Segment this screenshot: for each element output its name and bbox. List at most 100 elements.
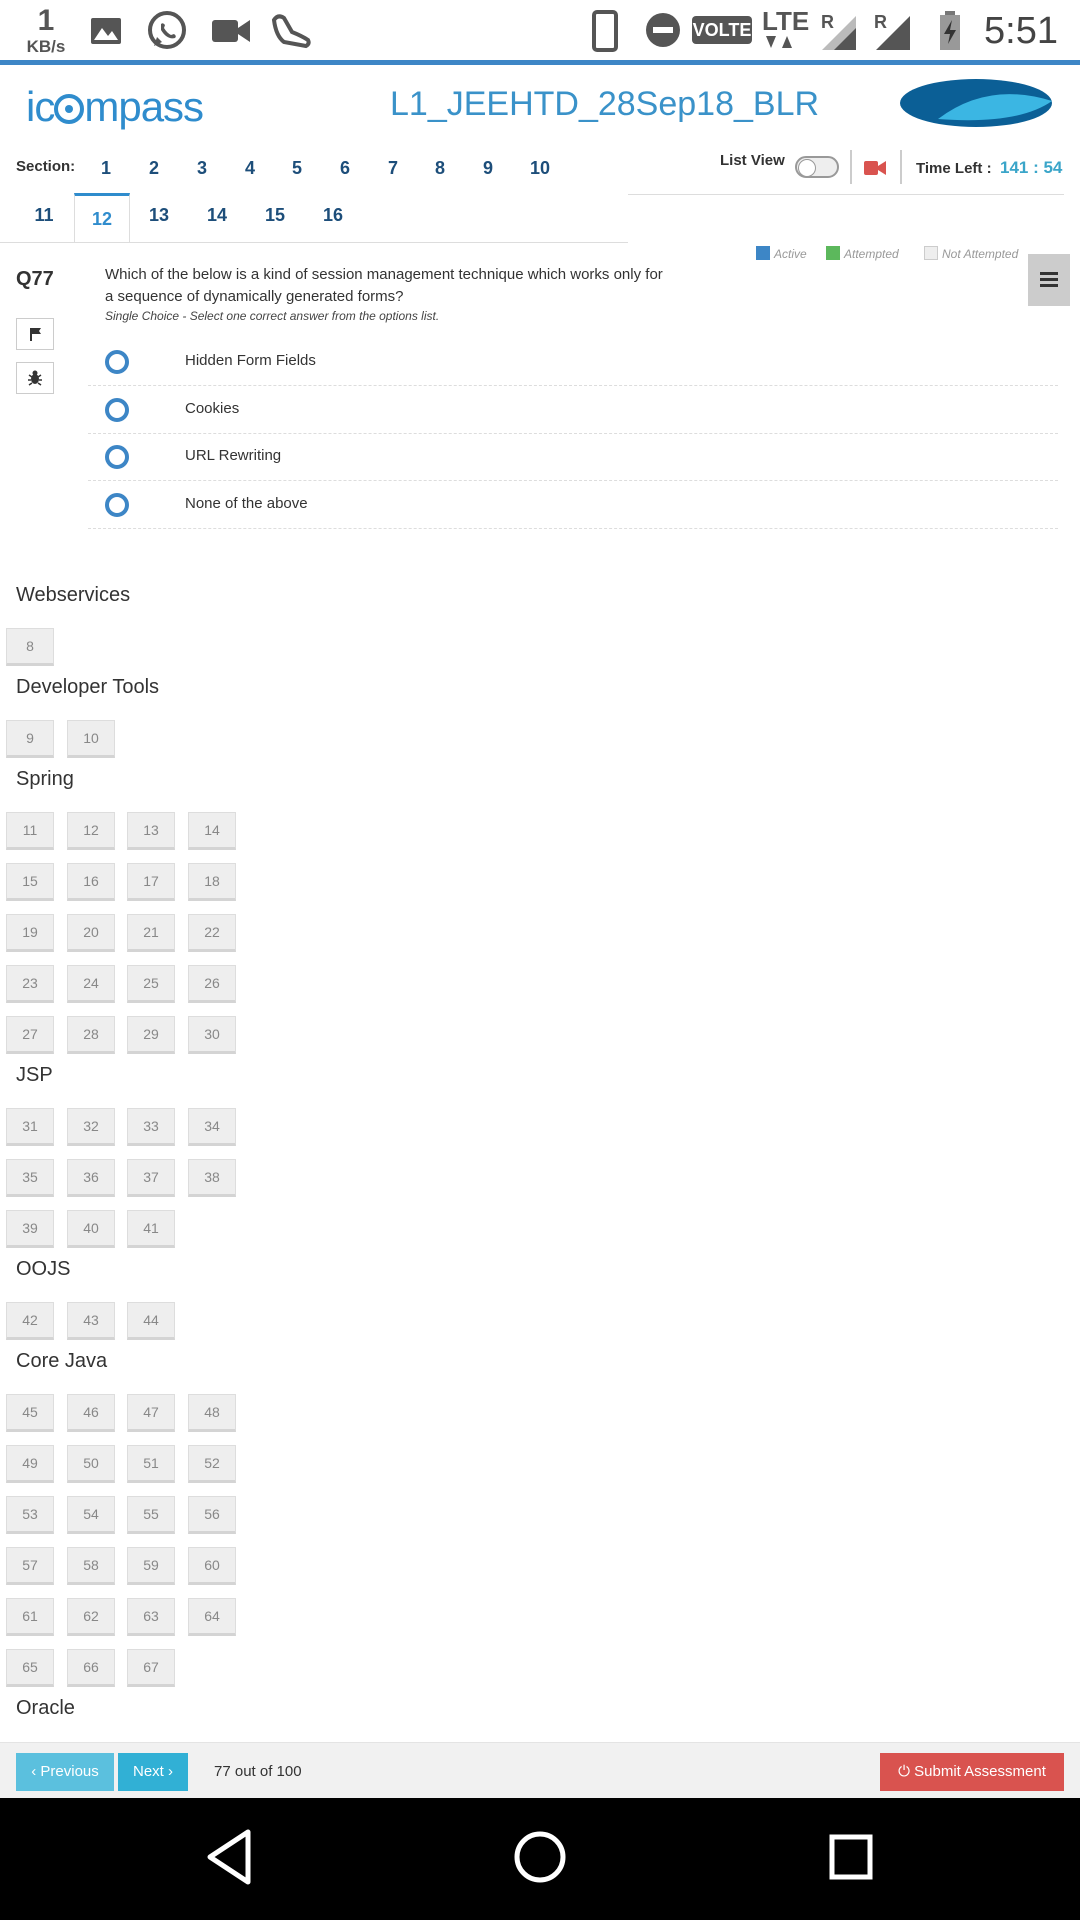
question-palette-button[interactable]: 33: [127, 1108, 175, 1146]
recents-icon[interactable]: [826, 1828, 876, 1886]
question-palette-button[interactable]: 9: [6, 720, 54, 758]
question-palette-button[interactable]: 54: [67, 1496, 115, 1534]
section-tab[interactable]: 4: [226, 158, 274, 179]
option-3[interactable]: URL Rewriting: [88, 433, 1058, 481]
question-palette-button[interactable]: 10: [67, 720, 115, 758]
question-palette-button[interactable]: 60: [188, 1547, 236, 1585]
question-palette-button[interactable]: 35: [6, 1159, 54, 1197]
section-tab[interactable]: 7: [369, 158, 417, 179]
option-1[interactable]: Hidden Form Fields: [88, 338, 1058, 386]
question-palette-button[interactable]: 59: [127, 1547, 175, 1585]
question-palette-button[interactable]: 25: [127, 965, 175, 1003]
question-palette-button[interactable]: 51: [127, 1445, 175, 1483]
question-palette-button[interactable]: 13: [127, 812, 175, 850]
question-palette-button[interactable]: 34: [188, 1108, 236, 1146]
question-palette-button[interactable]: 46: [67, 1394, 115, 1432]
flag-icon: [30, 328, 41, 341]
android-nav-bar: [0, 1798, 1080, 1920]
section-tab[interactable]: 12: [74, 193, 130, 243]
question-palette-button[interactable]: 58: [67, 1547, 115, 1585]
section-tab[interactable]: 8: [416, 158, 464, 179]
question-palette-button[interactable]: 47: [127, 1394, 175, 1432]
question-palette-button[interactable]: 26: [188, 965, 236, 1003]
question-palette-button[interactable]: 49: [6, 1445, 54, 1483]
question-palette-button[interactable]: 16: [67, 863, 115, 901]
section-tab[interactable]: 5: [273, 158, 321, 179]
question-palette-button[interactable]: 22: [188, 914, 236, 952]
question-palette-button[interactable]: 56: [188, 1496, 236, 1534]
question-palette-button[interactable]: 44: [127, 1302, 175, 1340]
question-palette-button[interactable]: 62: [67, 1598, 115, 1636]
question-palette-button[interactable]: 19: [6, 914, 54, 952]
section-tab[interactable]: 1: [82, 158, 130, 179]
section-tab[interactable]: 10: [516, 158, 564, 179]
question-palette-button[interactable]: 45: [6, 1394, 54, 1432]
section-tab[interactable]: 16: [309, 205, 357, 226]
question-palette-button[interactable]: 64: [188, 1598, 236, 1636]
question-palette-button[interactable]: 23: [6, 965, 54, 1003]
question-palette-button[interactable]: 21: [127, 914, 175, 952]
section-tab[interactable]: 14: [193, 205, 241, 226]
question-palette-button[interactable]: 55: [127, 1496, 175, 1534]
back-icon[interactable]: [204, 1828, 254, 1886]
question-palette-button[interactable]: 36: [67, 1159, 115, 1197]
question-palette-button[interactable]: 32: [67, 1108, 115, 1146]
question-palette-button[interactable]: 18: [188, 863, 236, 901]
question-palette-button[interactable]: 40: [67, 1210, 115, 1248]
question-palette-button[interactable]: 24: [67, 965, 115, 1003]
radio-button[interactable]: [105, 398, 129, 422]
option-2[interactable]: Cookies: [88, 386, 1058, 434]
section-tab[interactable]: 15: [251, 205, 299, 226]
question-palette-button[interactable]: 57: [6, 1547, 54, 1585]
flag-button[interactable]: [16, 318, 54, 350]
list-view-toggle[interactable]: [795, 156, 839, 178]
home-icon[interactable]: [512, 1828, 568, 1886]
question-palette-button[interactable]: 8: [6, 628, 54, 666]
radio-button[interactable]: [105, 493, 129, 517]
category-heading: Spring: [16, 768, 74, 790]
question-palette-button[interactable]: 20: [67, 914, 115, 952]
section-tab[interactable]: 2: [130, 158, 178, 179]
question-palette-button[interactable]: 66: [67, 1649, 115, 1687]
category-heading: Webservices: [16, 584, 131, 606]
camera-icon[interactable]: [864, 160, 886, 176]
question-palette-button[interactable]: 27: [6, 1016, 54, 1054]
option-4[interactable]: None of the above: [88, 481, 1058, 529]
question-palette-button[interactable]: 11: [6, 812, 54, 850]
question-palette-button[interactable]: 48: [188, 1394, 236, 1432]
section-tab[interactable]: 3: [178, 158, 226, 179]
question-palette-button[interactable]: 50: [67, 1445, 115, 1483]
question-palette-button[interactable]: 37: [127, 1159, 175, 1197]
question-palette-button[interactable]: 17: [127, 863, 175, 901]
previous-button[interactable]: ‹ Previous: [16, 1753, 114, 1791]
section-tab[interactable]: 6: [321, 158, 369, 179]
section-tab[interactable]: 13: [135, 205, 183, 226]
question-palette-button[interactable]: 52: [188, 1445, 236, 1483]
question-palette-button[interactable]: 41: [127, 1210, 175, 1248]
radio-button[interactable]: [105, 445, 129, 469]
question-palette-button[interactable]: 39: [6, 1210, 54, 1248]
question-palette-button[interactable]: 12: [67, 812, 115, 850]
section-tab[interactable]: 9: [464, 158, 512, 179]
question-palette-button[interactable]: 67: [127, 1649, 175, 1687]
question-palette-button[interactable]: 14: [188, 812, 236, 850]
question-palette-button[interactable]: 38: [188, 1159, 236, 1197]
report-bug-button[interactable]: [16, 362, 54, 394]
radio-button[interactable]: [105, 350, 129, 374]
submit-assessment-button[interactable]: ⏻ Submit Assessment: [880, 1753, 1064, 1791]
question-palette-button[interactable]: 61: [6, 1598, 54, 1636]
section-tab[interactable]: 11: [20, 205, 68, 226]
question-palette-button[interactable]: 29: [127, 1016, 175, 1054]
question-palette-button[interactable]: 28: [67, 1016, 115, 1054]
category-heading: JSP: [16, 1064, 53, 1086]
question-palette-button[interactable]: 43: [67, 1302, 115, 1340]
question-palette-button[interactable]: 63: [127, 1598, 175, 1636]
question-palette-button[interactable]: 42: [6, 1302, 54, 1340]
question-palette-button[interactable]: 53: [6, 1496, 54, 1534]
question-palette-button[interactable]: 31: [6, 1108, 54, 1146]
hamburger-menu-icon[interactable]: [1028, 254, 1070, 306]
question-palette-button[interactable]: 30: [188, 1016, 236, 1054]
question-palette-button[interactable]: 65: [6, 1649, 54, 1687]
next-button[interactable]: Next ›: [118, 1753, 188, 1791]
question-palette-button[interactable]: 15: [6, 863, 54, 901]
